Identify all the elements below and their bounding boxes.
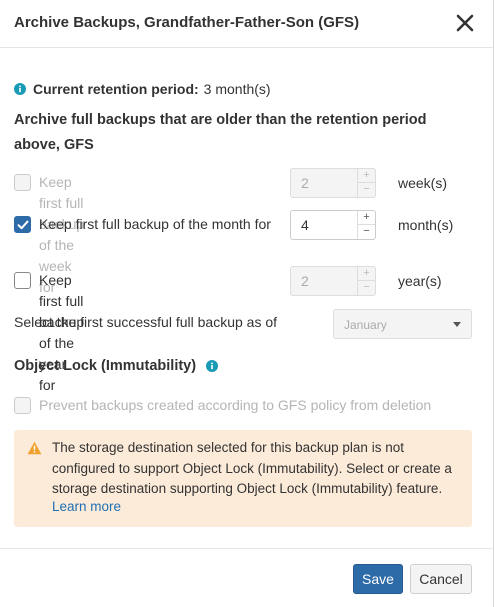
close-icon[interactable] — [454, 12, 476, 34]
month-select[interactable]: January — [333, 309, 472, 339]
month-unit: month(s) — [398, 217, 454, 233]
year-stepper-value: 2 — [301, 273, 309, 289]
first-backup-label: Select the first successful full backup … — [14, 314, 278, 330]
month-increment-button[interactable]: + — [358, 211, 375, 225]
month-stepper[interactable]: 4 + − — [290, 210, 376, 240]
info-icon — [14, 83, 26, 95]
save-button[interactable]: Save — [353, 564, 403, 594]
month-stepper-value: 4 — [301, 217, 309, 233]
year-unit: year(s) — [398, 273, 442, 289]
object-lock-warning: The storage destination selected for thi… — [14, 430, 472, 527]
checkmark-icon — [17, 220, 29, 230]
year-decrement-button[interactable]: − — [358, 281, 375, 295]
retention-value: 3 month(s) — [203, 81, 271, 97]
week-checkbox[interactable] — [14, 174, 31, 191]
dialog-footer: Save Cancel — [0, 548, 494, 607]
month-checkbox[interactable] — [14, 216, 31, 233]
year-checkbox[interactable] — [14, 272, 31, 289]
info-icon[interactable] — [206, 360, 219, 372]
month-decrement-button[interactable]: − — [358, 225, 375, 239]
chevron-down-icon — [453, 322, 461, 327]
month-option-label: Keep first full backup of the month for — [39, 216, 271, 232]
warning-text: The storage destination selected for thi… — [52, 440, 452, 496]
learn-more-link[interactable]: Learn more — [52, 499, 121, 514]
gfs-dialog: Archive Backups, Grandfather-Father-Son … — [0, 0, 494, 607]
retention-label: Current retention period: — [33, 81, 199, 97]
warning-icon — [27, 441, 42, 455]
object-lock-option-label: Prevent backups created according to GFS… — [39, 397, 432, 413]
dialog-title: Archive Backups, Grandfather-Father-Son … — [14, 14, 360, 31]
dialog-header: Archive Backups, Grandfather-Father-Son … — [0, 0, 494, 48]
object-lock-heading: Object Lock (Immutability) — [14, 358, 219, 374]
object-lock-checkbox[interactable] — [14, 397, 31, 414]
cancel-button[interactable]: Cancel — [410, 564, 472, 594]
week-stepper[interactable]: 2 + − — [290, 168, 376, 198]
week-decrement-button[interactable]: − — [358, 183, 375, 197]
retention-info: Current retention period: 3 month(s) — [14, 81, 271, 97]
week-unit: week(s) — [398, 175, 448, 191]
month-select-value: January — [344, 318, 387, 332]
object-lock-title: Object Lock (Immutability) — [14, 358, 197, 374]
week-increment-button[interactable]: + — [358, 169, 375, 183]
year-stepper[interactable]: 2 + − — [290, 266, 376, 296]
year-increment-button[interactable]: + — [358, 267, 375, 281]
year-option-label: Keep first full backup of the year for — [39, 272, 85, 393]
section-heading: Archive full backups that are older than… — [14, 112, 427, 153]
week-stepper-value: 2 — [301, 175, 309, 191]
